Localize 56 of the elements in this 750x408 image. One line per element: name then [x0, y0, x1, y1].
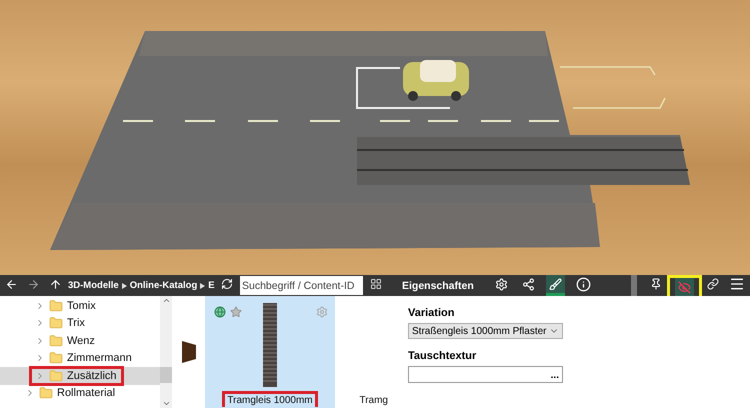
brush-icon	[548, 278, 562, 290]
variation-dropdown[interactable]: Straßengleis 1000mm Pflaster	[408, 323, 563, 339]
globe-icon	[214, 306, 226, 318]
scrollbar[interactable]	[160, 296, 172, 408]
menu-icon	[729, 276, 745, 292]
folder-label: Zimmermann	[67, 352, 132, 364]
grid-icon	[370, 278, 382, 290]
folder-label: Zusätzlich	[67, 370, 117, 382]
folder-icon	[39, 386, 53, 400]
up-icon	[49, 278, 62, 290]
folder-label: Tomix	[67, 300, 96, 312]
back-icon	[5, 278, 18, 290]
info-icon	[576, 276, 591, 292]
tree-item[interactable]: Trix	[0, 314, 160, 332]
model-thumbnail-drawing	[182, 341, 196, 363]
tree-item[interactable]: Zusätzlich	[0, 367, 160, 384]
nodes-icon	[522, 278, 535, 290]
forward-icon	[27, 278, 40, 290]
texture-field[interactable]: ...	[408, 366, 563, 383]
folder-icon	[49, 298, 63, 313]
folder-icon	[49, 316, 63, 330]
folder-label: Trix	[67, 317, 85, 330]
field-label: Variation	[408, 307, 456, 319]
browse-button[interactable]: ...	[550, 370, 559, 381]
pin-icon	[650, 278, 662, 290]
eye-off-icon	[678, 280, 691, 294]
link-icon	[707, 278, 719, 290]
separator-icon	[200, 282, 206, 288]
tile-label: Tramg	[358, 394, 389, 407]
breadcrumb-item[interactable]: 3D-Modelle	[68, 280, 119, 291]
panel-title: Eigenschaften	[402, 280, 474, 292]
catalog-tile[interactable]: Tramgleis 1000mm	[205, 296, 335, 408]
tile-label: Tramgleis 1000mm	[226, 394, 314, 407]
folder-label: Wenz	[67, 334, 95, 347]
settings-icon	[494, 278, 508, 290]
folder-icon	[49, 334, 63, 348]
splitter-handle[interactable]	[631, 275, 637, 296]
scrollbar-thumb[interactable]	[160, 367, 172, 383]
folder-icon	[49, 351, 63, 366]
breadcrumb-item[interactable]: Online-Katalog	[130, 280, 198, 291]
breadcrumb-item[interactable]: E	[208, 280, 215, 291]
star-icon	[230, 306, 242, 318]
tree-item[interactable]: Wenz	[0, 332, 160, 350]
search-field[interactable]: Suchbegriff / Content-ID	[240, 276, 363, 295]
panel-tab[interactable]	[546, 275, 565, 296]
folder-icon	[49, 368, 63, 383]
settings-icon	[316, 306, 328, 318]
refresh-icon	[220, 278, 233, 290]
tree-item[interactable]: Rollmaterial	[0, 384, 160, 402]
scroll-up-icon	[162, 296, 170, 305]
scroll-down-icon	[162, 399, 170, 408]
tree-item[interactable]: Zimmermann	[0, 350, 160, 367]
tree-item[interactable]: Tomix	[0, 297, 160, 314]
separator-icon	[122, 282, 127, 288]
folder-label: Rollmaterial	[57, 387, 116, 400]
field-label: Tauschtextur	[408, 350, 478, 362]
